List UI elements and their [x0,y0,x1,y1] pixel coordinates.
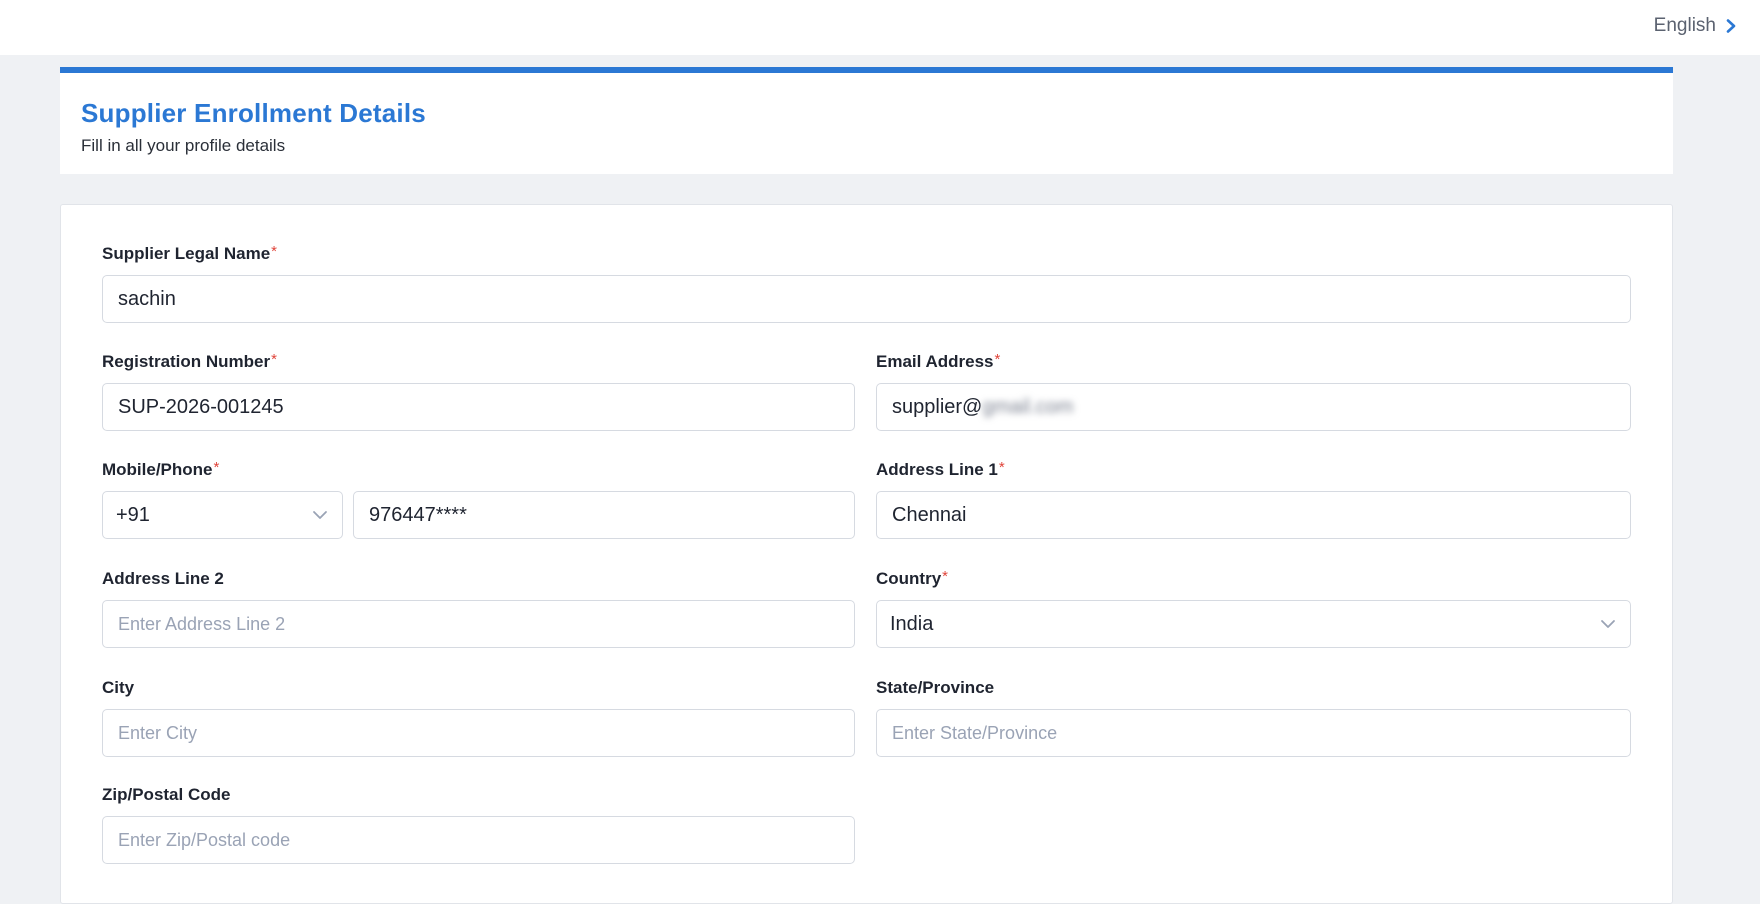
phone-label: Mobile/Phone * [102,459,220,479]
language-label: English [1653,15,1716,36]
country-select[interactable]: India [876,600,1631,648]
country-code-select[interactable]: +91 [102,491,343,539]
required-marker: * [942,568,949,585]
address-line-1-input[interactable]: Chennai [876,491,1631,539]
address-line-2-field: Address Line 2 [102,568,855,590]
address-line-2-label: Address Line 2 [102,569,224,588]
language-selector[interactable]: English [1654,15,1738,37]
enrollment-form: Supplier Legal Name * sachin Registration… [60,204,1673,904]
state-field: State/Province [876,677,1631,699]
registration-number-field: Registration Number * [102,351,855,373]
required-marker: * [271,351,277,368]
country-code-value: +91 [116,503,150,526]
page-subtitle: Fill in all your profile details [81,136,286,155]
registration-number-input[interactable]: SUP-2026-001245 [102,383,855,431]
country-label: Country * [876,568,949,588]
required-marker: * [994,351,1001,368]
state-label: State/Province [876,678,995,697]
city-input[interactable]: Enter City [102,709,855,757]
country-value: India [890,612,934,635]
legal-name-field: Supplier Legal Name * [102,243,1631,265]
legal-name-label: Supplier Legal Name * [102,243,278,263]
zip-label: Zip/Postal Code [102,785,231,804]
required-marker: * [213,459,220,476]
top-bar: English [0,0,1760,55]
required-marker: * [998,459,1005,476]
state-input[interactable]: Enter State/Province [876,709,1631,757]
email-field: Email Address * [876,351,1631,373]
page-title: Supplier Enrollment Details [81,98,426,128]
city-label: City [102,678,135,697]
zip-input[interactable]: Enter Zip/Postal code [102,816,855,864]
phone-field: Mobile/Phone * [102,459,855,481]
registration-number-label: Registration Number * [102,351,277,371]
city-field: City [102,677,855,699]
email-blurred-part: gmail.com [982,395,1074,418]
country-field: Country * [876,568,1631,590]
legal-name-input[interactable]: sachin [102,275,1631,323]
chevron-down-icon [313,511,327,519]
page-header-card: Supplier Enrollment Details Fill in all … [60,67,1673,174]
address-line-1-label: Address Line 1 * [876,459,1005,479]
required-marker: * [271,243,278,260]
chevron-right-icon [1726,19,1736,33]
chevron-down-icon [1601,620,1615,628]
email-visible-part: supplier@ [892,395,983,418]
email-label: Email Address * [876,351,1001,371]
email-input[interactable]: supplier@ gmail.com [876,383,1631,431]
address-line-1-field: Address Line 1 * [876,459,1631,481]
address-line-2-input[interactable]: Enter Address Line 2 [102,600,855,648]
zip-field: Zip/Postal Code [102,784,855,806]
phone-number-input[interactable]: 976447**** [353,491,855,539]
